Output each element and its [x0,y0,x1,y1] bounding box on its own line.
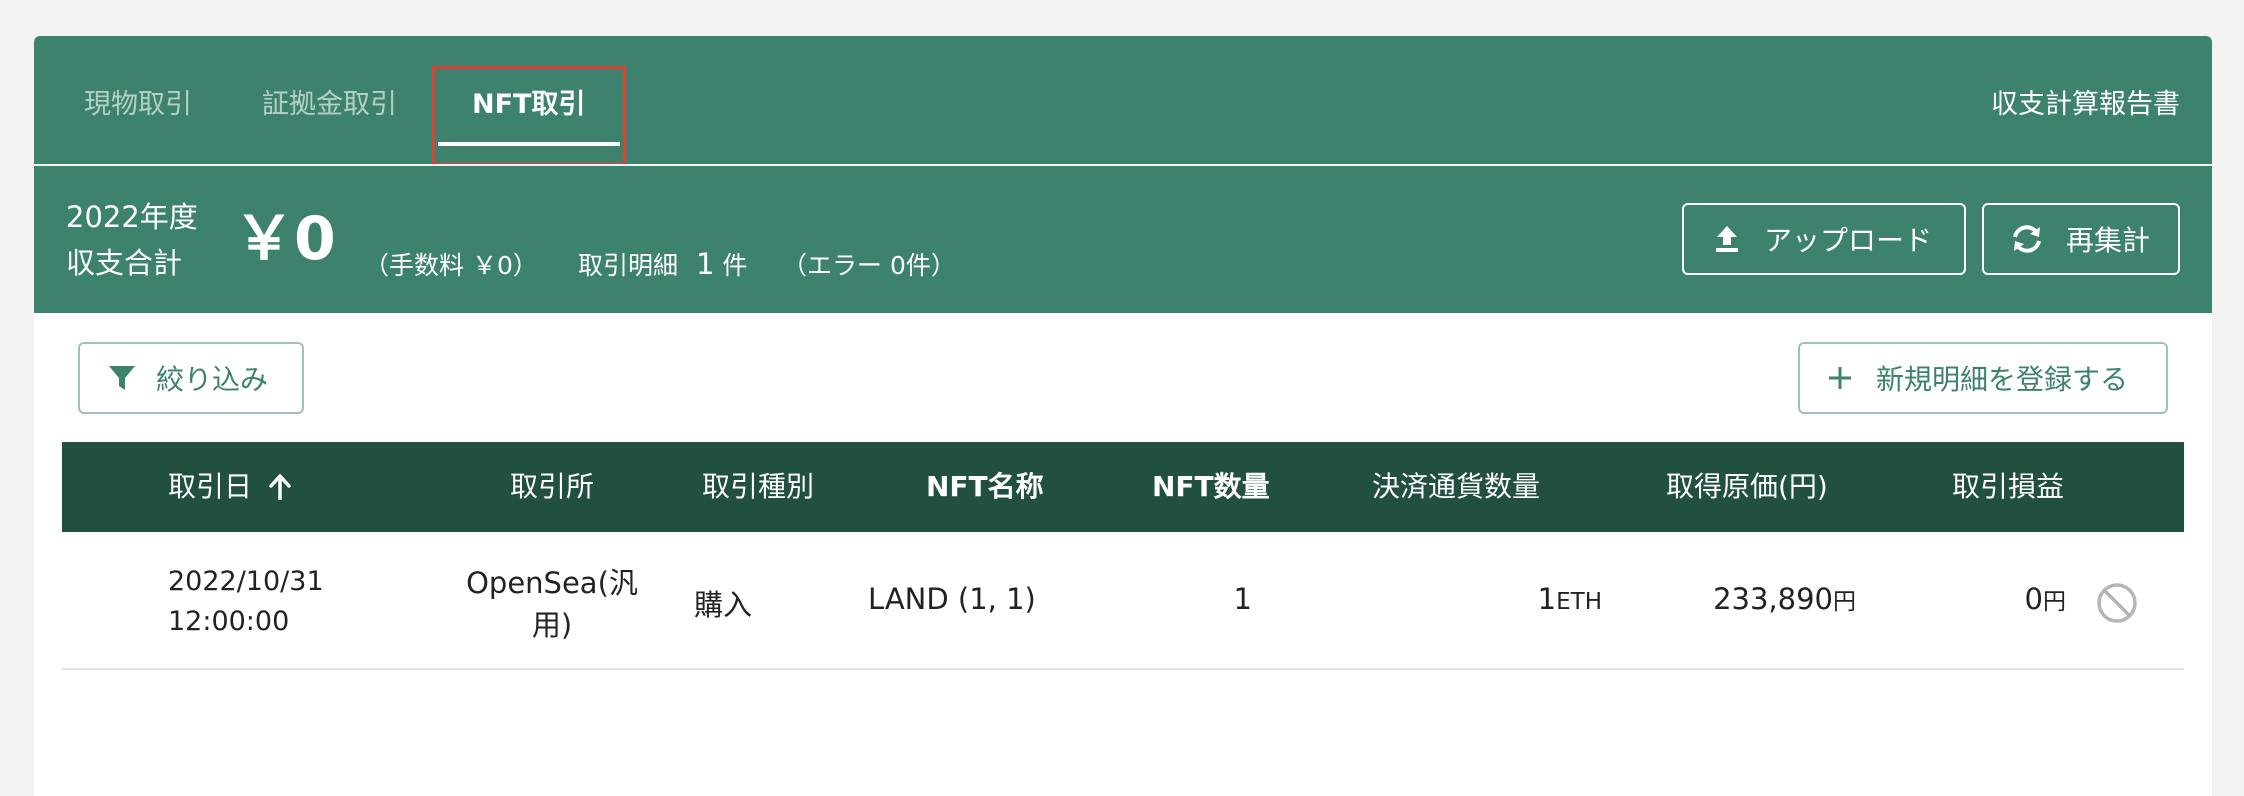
column-header-date[interactable]: 取引日 [168,442,292,532]
column-header-settlement-quantity[interactable]: 決済通貨数量 [1372,442,1540,532]
tab-spot-trading[interactable]: 現物取引 [84,82,192,121]
profit-loss-value: 0 [2024,582,2043,616]
table-row[interactable]: 2022/10/31 12:00:00 OpenSea(汎 用) 購入 LAND… [62,532,2184,670]
column-header-nft-name[interactable]: NFT名称 [926,442,1044,532]
settlement-currency: ETH [1556,589,1602,615]
add-entry-button[interactable]: 新規明細を登録する [1798,342,2168,414]
trade-card: 現物取引 証拠金取引 NFT取引 収支計算報告書 2022年度 収支合計 ￥0 … [34,36,2212,796]
header-divider [34,164,2212,166]
summary-label: 2022年度 収支合計 [66,194,198,286]
nft-name: LAND (1, 1) [868,582,1036,616]
disabled-circle-icon[interactable] [2096,582,2138,624]
settlement-quantity-value: 1 [1537,582,1557,616]
settlement-quantity: 1ETH [1442,582,1602,616]
transaction-count-value: 1 [695,247,715,281]
acquisition-cost-unit: 円 [1833,589,1856,615]
total-amount: ￥0 [234,204,336,274]
transaction-count-unit: 件 [722,251,748,280]
refresh-icon [2010,224,2044,254]
trade-exchange-line1: OpenSea(汎 [466,566,638,600]
tab-margin-trading[interactable]: 証拠金取引 [262,82,397,121]
income-report-link[interactable]: 収支計算報告書 [1991,82,2180,121]
upload-button[interactable]: アップロード [1682,203,1966,275]
total-label: 収支合計 [66,246,183,280]
arrow-up-icon [268,474,292,500]
reaggregate-label: 再集計 [2066,224,2151,257]
column-header-acquisition-cost[interactable]: 取得原価(円) [1666,442,1828,532]
upload-icon [1714,224,1740,254]
column-header-nft-quantity[interactable]: NFT数量 [1152,442,1270,532]
transaction-count: 取引明細 1 件 [578,246,747,282]
header-panel: 現物取引 証拠金取引 NFT取引 収支計算報告書 2022年度 収支合計 ￥0 … [34,36,2212,313]
column-header-date-label: 取引日 [168,470,253,503]
column-header-exchange[interactable]: 取引所 [510,442,594,532]
profit-loss-unit: 円 [2043,589,2066,615]
trade-type: 購入 [694,588,753,622]
reaggregate-button[interactable]: 再集計 [1982,203,2180,275]
column-header-trade-type[interactable]: 取引種別 [702,442,814,532]
acquisition-cost: 233,890円 [1622,582,1856,616]
transaction-count-label: 取引明細 [578,251,679,280]
trade-exchange: OpenSea(汎 用) [432,562,672,646]
add-entry-label: 新規明細を登録する [1876,363,2129,396]
plus-icon [1828,366,1852,390]
trade-date: 2022/10/31 [168,566,324,597]
tab-bar: 現物取引 証拠金取引 NFT取引 収支計算報告書 [34,36,2212,166]
highlight-box [432,66,626,166]
column-header-profit-loss[interactable]: 取引損益 [1952,442,2064,532]
trade-time: 12:00:00 [168,606,290,637]
fee-text: （手数料 ￥0） [364,251,538,280]
error-count-text: （エラー 0件） [782,251,956,280]
nft-quantity: 1 [1233,582,1252,616]
profit-loss: 0円 [1862,582,2066,616]
filter-button[interactable]: 絞り込み [78,342,304,414]
filter-label: 絞り込み [156,363,269,396]
trade-exchange-line2: 用) [531,608,573,642]
table-header: 取引日 取引所 取引種別 NFT名称 NFT数量 決済通貨数量 取得原価(円) … [62,442,2184,532]
acquisition-cost-value: 233,890 [1713,582,1833,616]
trade-datetime: 2022/10/31 12:00:00 [168,562,324,642]
upload-label: アップロード [1764,224,1933,257]
fiscal-year-label: 2022年度 [66,200,198,234]
filter-icon [108,364,136,392]
